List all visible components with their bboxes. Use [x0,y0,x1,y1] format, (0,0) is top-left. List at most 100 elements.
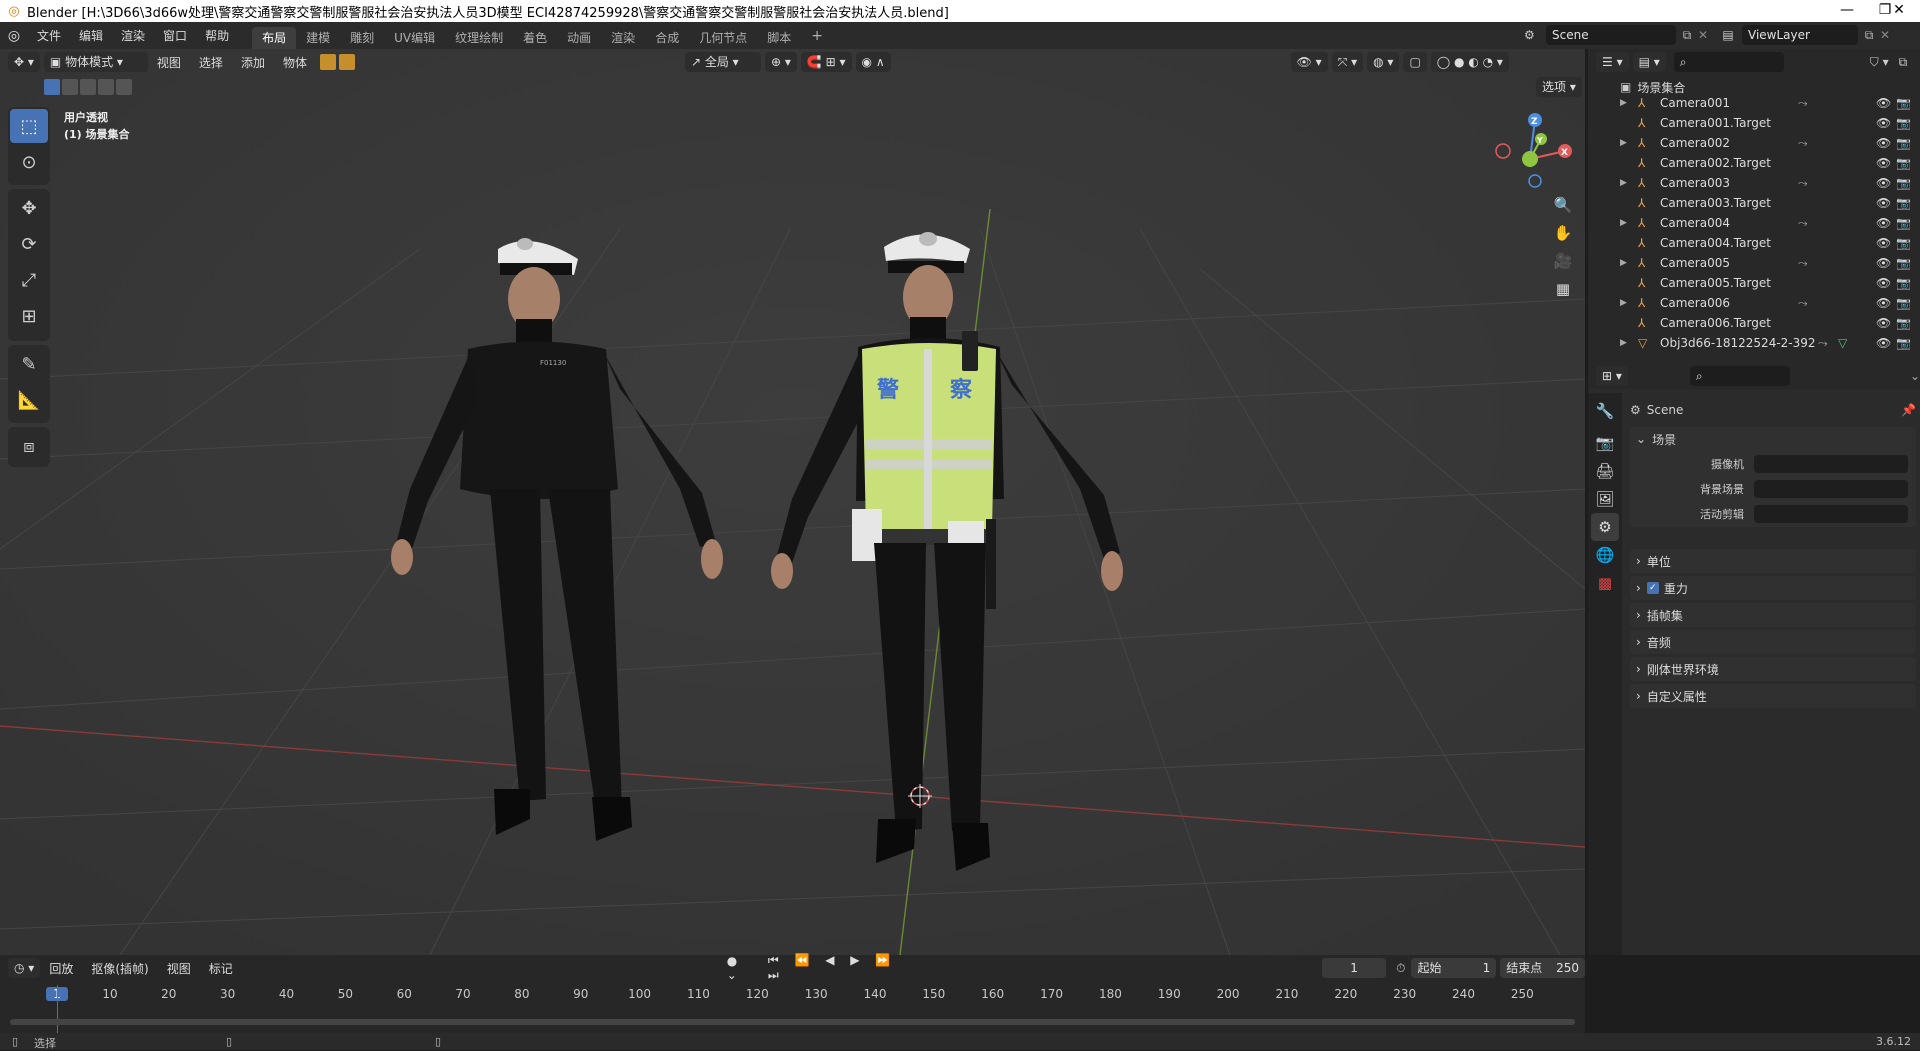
ortho-grid-icon[interactable]: ▦ [1549,275,1577,303]
expand-arrow-icon[interactable]: ▶ [1620,338,1632,348]
render-camera-icon[interactable]: 📷 [1896,296,1911,310]
workspace-tab[interactable]: 雕刻 [340,27,384,49]
constraint-icon[interactable]: ⤳ [1798,256,1808,271]
menu-item[interactable]: 渲染 [112,27,154,44]
clock-icon[interactable]: ⏱ [1396,961,1405,976]
panel-checkbox[interactable]: ✓ [1646,582,1659,594]
visibility-eye-icon[interactable]: 👁 [1876,336,1891,350]
overlay-toggle-icon[interactable]: ◍ ▾ [1367,52,1400,72]
render-camera-icon[interactable]: 📷 [1896,196,1911,210]
outliner-item[interactable]: ▶ ⅄ Camera004 ⤳ 👁 📷 [1588,213,1920,233]
select-invert-icon[interactable] [98,79,114,95]
zoom-icon[interactable]: 🔍 [1549,191,1577,219]
properties-search-input[interactable]: ⌕ [1689,366,1790,386]
render-camera-icon[interactable]: 📷 [1896,156,1911,170]
workspace-tab[interactable]: 布局 [252,27,297,49]
visibility-icon[interactable]: 👁 ▾ [1290,52,1328,72]
proportional-edit-icon[interactable]: ◉ ∧ [855,52,891,72]
snap-icon[interactable]: 🧲 ⊞ ▾ [800,52,852,72]
collapsed-panel[interactable]: › 刚体世界环境 [1630,657,1916,681]
collapsed-panel[interactable]: › ✓ 重力 [1630,576,1916,600]
constraint-icon[interactable]: ⤳ [1798,136,1808,151]
start-frame-field[interactable]: 起始 1 [1411,958,1497,978]
expand-arrow-icon[interactable]: ▶ [1620,178,1632,188]
outliner-item[interactable]: ▶ ⅄ Camera005 ⤳ 👁 📷 [1588,253,1920,273]
property-value-field[interactable] [1754,504,1908,523]
blender-menu-icon[interactable]: ◎ [0,28,28,44]
end-frame-field[interactable]: 结束点 250 [1500,958,1585,978]
viewport-menu-item[interactable]: 选择 [190,54,232,71]
render-camera-icon[interactable]: 📷 [1896,336,1911,350]
fbx-import-icon[interactable] [319,54,336,70]
filter-icon[interactable]: ⛉ ▾ [1870,55,1889,70]
visibility-eye-icon[interactable]: 👁 [1876,156,1891,170]
visibility-eye-icon[interactable]: 👁 [1876,96,1891,110]
outliner-item[interactable]: ▶ ⅄ Camera006 ⤳ 👁 📷 [1588,293,1920,313]
rotate-tool-icon[interactable]: ⟳ [10,227,48,261]
select-box-tool-icon[interactable]: ⬚ [10,109,48,143]
3d-viewport[interactable]: F01130 警 察 Z X Y ✥ ▾ ▣ 物体模式 ▾ 视图 选择 添加 物… [0,49,1585,955]
expand-arrow-icon[interactable]: ▶ [1620,298,1632,308]
expand-arrow-icon[interactable]: ▶ [1620,218,1632,228]
current-frame-field[interactable]: 1 [1322,958,1387,978]
expand-arrow-icon[interactable]: ▶ [1620,138,1632,148]
select-extend-icon[interactable] [62,79,78,95]
options-button[interactable]: 选项 ▾ [1536,77,1582,97]
outliner-item[interactable]: ⅄ Camera002.Target 👁 📷 [1588,153,1920,173]
viewport-menu-item[interactable]: 添加 [232,54,274,71]
move-tool-icon[interactable]: ✥ [10,191,48,225]
outliner-item[interactable]: ▶ ⅄ Camera001 ⤳ 👁 📷 [1588,93,1920,113]
outliner-item[interactable]: ⅄ Camera004.Target 👁 📷 [1588,233,1920,253]
outliner-search-input[interactable]: ⌕ [1673,52,1784,72]
outliner-editor-type-icon[interactable]: ☰ ▾ [1596,52,1629,72]
timeline-ruler[interactable]: 1102030405060708090100110120130140150160… [0,985,1585,1005]
select-subtract-icon[interactable] [80,79,96,95]
visibility-eye-icon[interactable]: 👁 [1876,236,1891,250]
expand-arrow-icon[interactable]: ▶ [1620,258,1632,268]
expand-arrow-icon[interactable]: ▶ [1620,98,1632,108]
property-value-field[interactable] [1754,479,1908,498]
record-button[interactable]: ● ⌄ [727,954,748,982]
view-layer-selector[interactable]: ViewLayer [1742,25,1858,45]
new-view-layer-icon[interactable]: ⧉ [1858,28,1880,43]
add-workspace-button[interactable]: + [801,25,833,47]
fbx-export-icon[interactable] [338,54,355,70]
visibility-eye-icon[interactable]: 👁 [1876,136,1891,150]
viewport-menu-item[interactable]: 视图 [148,54,190,71]
visibility-eye-icon[interactable]: 👁 [1876,116,1891,130]
new-collection-icon[interactable]: ⧉ [1899,55,1908,70]
outliner-item[interactable]: ⅄ Camera001.Target 👁 📷 [1588,113,1920,133]
menu-item[interactable]: 编辑 [70,27,112,44]
render-tab-icon[interactable]: 📷 [1591,429,1619,457]
scene-tab-icon[interactable]: ⚙ [1591,513,1619,541]
visibility-eye-icon[interactable]: 👁 [1876,196,1891,210]
mode-selector[interactable]: ▣ 物体模式 ▾ [43,52,148,72]
workspace-tab[interactable]: 脚本 [757,27,801,49]
render-camera-icon[interactable]: 📷 [1896,236,1911,250]
camera-view-icon[interactable]: 🎥 [1549,247,1577,275]
close-window-button[interactable]: ✕ [1878,0,1920,22]
render-camera-icon[interactable]: 📷 [1896,216,1911,230]
visibility-eye-icon[interactable]: 👁 [1876,256,1891,270]
visibility-eye-icon[interactable]: 👁 [1876,216,1891,230]
timeline-menu-item[interactable]: 抠像(插帧) [82,960,157,977]
output-tab-icon[interactable]: 🖨 [1591,457,1619,485]
visibility-eye-icon[interactable]: 👁 [1876,176,1891,190]
constraint-icon[interactable]: ⤳ [1798,216,1808,231]
outliner-item[interactable]: ⅄ Camera003.Target 👁 📷 [1588,193,1920,213]
add-cube-tool-icon[interactable]: ⧈ [10,429,48,463]
timeline-editor-type-icon[interactable]: ◷ ▾ [8,958,41,978]
view-layer-tab-icon[interactable]: 🖼 [1591,485,1619,513]
render-camera-icon[interactable]: 📷 [1896,276,1911,290]
scale-tool-icon[interactable]: ⤢ [10,263,48,297]
outliner-item[interactable]: ▶ ▽ Obj3d66-18122524-2-392 ⤳ ▽ 👁 📷 [1588,333,1920,353]
timeline-menu-item[interactable]: 回放 [40,960,82,977]
timeline-scrollbar[interactable] [10,1019,1575,1025]
properties-editor-type-icon[interactable]: ⊞ ▾ [1596,366,1628,386]
menu-item[interactable]: 帮助 [196,27,238,44]
outliner-item[interactable]: ▶ ⅄ Camera003 ⤳ 👁 📷 [1588,173,1920,193]
render-camera-icon[interactable]: 📷 [1896,316,1911,330]
visibility-eye-icon[interactable]: 👁 [1876,296,1891,310]
constraint-icon[interactable]: ⤳ [1818,336,1828,351]
collapsed-panel[interactable]: › 插帧集 [1630,603,1916,627]
